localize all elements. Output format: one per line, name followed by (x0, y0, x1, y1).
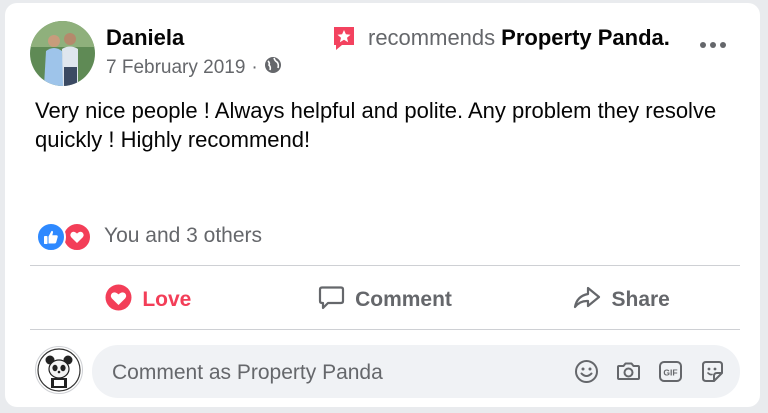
recommends-label: recommends (368, 25, 496, 50)
comment-bubble-icon (318, 284, 345, 317)
recommendation-line: recommends Property Panda. (331, 25, 670, 51)
recommend-star-flag-icon (331, 25, 357, 51)
reactions-summary[interactable]: You and 3 others (36, 222, 262, 252)
post-body: Very nice people ! Always helpful and po… (35, 98, 717, 152)
post-card: Daniela 7 February 2019 · recommends Pro… (5, 3, 760, 407)
page-name-link[interactable]: Property Panda. (501, 25, 670, 51)
like-thumb-icon (36, 222, 66, 252)
author-avatar[interactable] (30, 21, 95, 86)
gif-icon[interactable]: GIF (658, 359, 683, 384)
action-bar: Love Comment Share (30, 271, 740, 329)
comment-input[interactable] (110, 345, 554, 400)
love-button[interactable]: Love (30, 271, 267, 329)
reaction-count[interactable]: You and 3 others (104, 224, 262, 248)
share-button[interactable]: Share (503, 271, 740, 329)
emoji-icon[interactable] (574, 359, 599, 384)
author-name[interactable]: Daniela (106, 25, 184, 51)
globe-icon (264, 56, 282, 80)
post-date[interactable]: 7 February 2019 (106, 57, 245, 79)
divider-top (30, 265, 740, 266)
share-arrow-icon (573, 284, 601, 317)
svg-text:GIF: GIF (663, 368, 677, 378)
meta-separator: · (251, 57, 258, 78)
love-label: Love (142, 288, 192, 311)
more-dots-icon[interactable] (699, 35, 727, 55)
share-label: Share (611, 288, 670, 311)
post-meta: 7 February 2019 · (106, 56, 282, 80)
reaction-icons (36, 222, 96, 252)
commenter-avatar[interactable] (35, 346, 83, 394)
comment-box: GIF (92, 345, 740, 400)
sticker-icon[interactable] (700, 359, 725, 384)
love-heart-icon (105, 284, 132, 317)
divider-bottom (30, 329, 740, 330)
love-heart-icon (62, 222, 92, 252)
camera-icon[interactable] (616, 359, 641, 384)
comment-button[interactable]: Comment (267, 271, 504, 329)
comment-label: Comment (355, 288, 452, 311)
